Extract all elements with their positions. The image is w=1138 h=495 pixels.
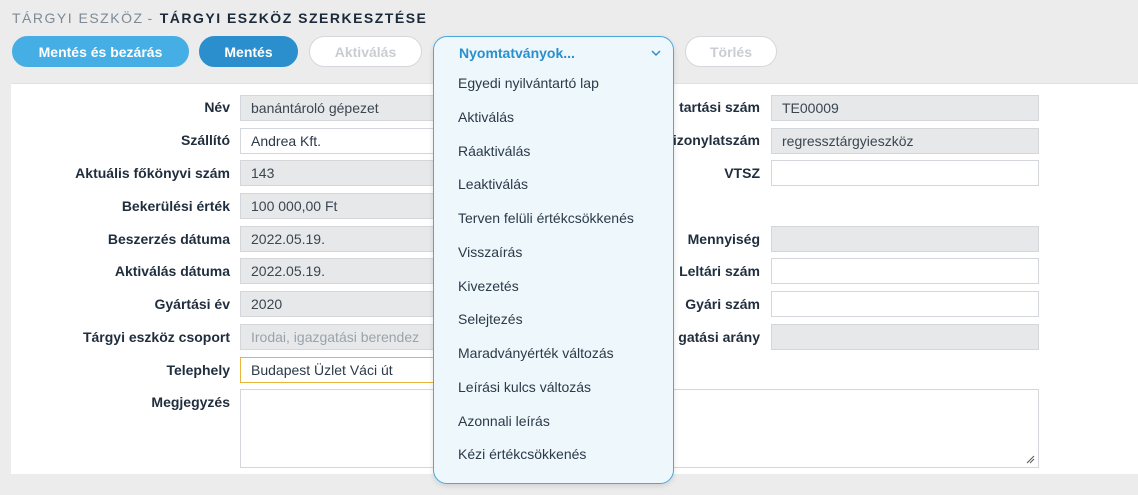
note-label: Megjegyzés	[151, 394, 230, 410]
breadcrumb[interactable]: TÁRGYI ESZKÖZ	[12, 10, 144, 26]
quantity-label: Mennyiség	[687, 231, 760, 247]
activation-date-label: Aktiválás dátuma	[114, 263, 230, 279]
ledger-label: Aktuális főkönyvi szám	[75, 165, 230, 181]
voucher-number-field[interactable]: regressztárgyieszköz	[771, 128, 1039, 154]
menu-item-removal[interactable]: Kivezetés	[458, 275, 519, 297]
quantity-field[interactable]	[771, 226, 1039, 252]
menu-item-scrapping[interactable]: Selejtezés	[458, 308, 523, 330]
serial-number-field[interactable]	[771, 291, 1039, 317]
purchase-date-field[interactable]: 2022.05.19.	[240, 226, 440, 252]
inventory-number-field[interactable]	[771, 258, 1039, 284]
group-field[interactable]: Irodai, igazgatási berendez	[240, 324, 440, 350]
menu-item-deactivation[interactable]: Leaktiválás	[458, 173, 528, 195]
menu-item-depreciation-key-change[interactable]: Leírási kulcs változás	[458, 376, 591, 398]
voucher-number-label: izonylatszám	[672, 132, 760, 148]
delete-button[interactable]: Törlés	[685, 36, 777, 67]
save-and-close-button[interactable]: Mentés és bezárás	[12, 36, 189, 67]
purchase-date-label: Beszerzés dátuma	[107, 231, 230, 247]
resize-grip-icon[interactable]	[1026, 455, 1035, 464]
registry-number-field[interactable]: TE00009	[771, 95, 1039, 121]
chevron-down-icon[interactable]	[650, 47, 662, 59]
menu-item-residual-value-change[interactable]: Maradványérték változás	[458, 342, 614, 364]
activation-date-field[interactable]: 2022.05.19.	[240, 258, 440, 284]
year-field[interactable]: 2020	[240, 291, 440, 317]
site-field[interactable]: Budapest Üzlet Váci út	[240, 357, 440, 383]
registry-number-label: tartási szám	[679, 99, 760, 115]
menu-item-manual-depreciation[interactable]: Kézi értékcsökkenés	[458, 443, 586, 465]
breadcrumb-separator: -	[147, 10, 154, 26]
ratio-label: gatási arány	[678, 329, 760, 345]
activate-button[interactable]: Aktiválás	[309, 36, 422, 67]
page-title: TÁRGYI ESZKÖZ SZERKESZTÉSE	[159, 10, 428, 26]
supplier-field[interactable]: Andrea Kft.	[240, 128, 440, 154]
serial-number-label: Gyári szám	[685, 296, 760, 312]
print-forms-dropdown-toggle[interactable]: Nyomtatványok...	[434, 37, 673, 69]
inventory-number-label: Leltári szám	[679, 263, 760, 279]
ledger-field[interactable]: 143	[240, 160, 440, 186]
menu-item-activation[interactable]: Aktiválás	[458, 106, 514, 128]
page-header: TÁRGYI ESZKÖZ - TÁRGYI ESZKÖZ SZERKESZTÉSE	[12, 10, 427, 26]
name-label: Név	[204, 99, 230, 115]
menu-item-write-back[interactable]: Visszaírás	[458, 241, 522, 263]
menu-item-unplanned-depreciation[interactable]: Terven felüli értékcsökkenés	[458, 207, 634, 229]
menu-item-immediate-writeoff[interactable]: Azonnali leírás	[458, 410, 550, 432]
menu-item-unique-register-sheet[interactable]: Egyedi nyilvántartó lap	[458, 72, 599, 94]
name-field[interactable]: banántároló gépezet	[240, 95, 440, 121]
supplier-label: Szállító	[180, 132, 230, 148]
print-forms-dropdown[interactable]: Nyomtatványok... Egyedi nyilvántartó lap…	[433, 36, 674, 484]
ratio-field[interactable]	[771, 324, 1039, 350]
cost-label: Bekerülési érték	[121, 198, 230, 214]
vtsz-label: VTSZ	[724, 165, 760, 181]
save-button[interactable]: Mentés	[199, 36, 298, 67]
group-label: Tárgyi eszköz csoport	[82, 329, 230, 345]
site-label: Telephely	[166, 362, 230, 378]
cost-field[interactable]: 100 000,00 Ft	[240, 193, 440, 219]
print-forms-label[interactable]: Nyomtatványok...	[459, 45, 575, 61]
year-label: Gyártási év	[154, 296, 231, 312]
menu-item-reactivation[interactable]: Ráaktiválás	[458, 140, 530, 162]
vtsz-field[interactable]	[771, 160, 1039, 186]
